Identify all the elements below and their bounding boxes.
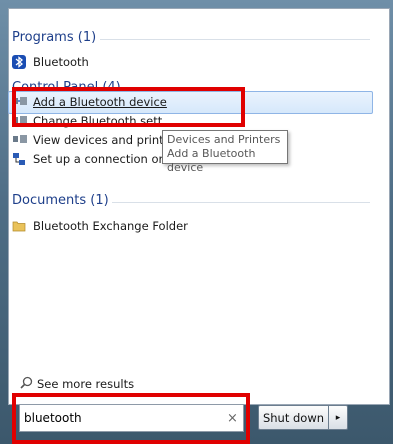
shut-down-label: Shut down — [262, 410, 325, 425]
folder-icon — [12, 219, 26, 233]
tooltip-line: Add a Bluetooth device — [167, 147, 256, 174]
tooltip: Devices and Printers Add a Bluetooth dev… — [162, 130, 288, 174]
programs-header: Programs (1) — [12, 30, 97, 45]
chevron-right-icon: ▸ — [335, 412, 341, 423]
search-icon — [20, 376, 33, 392]
highlight-box — [12, 87, 245, 127]
result-label: Bluetooth — [33, 55, 89, 69]
tooltip-line: Devices and Printers — [167, 133, 281, 146]
documents-header: Documents (1) — [12, 193, 109, 208]
divider — [112, 202, 370, 203]
shut-down-options-button[interactable]: ▸ — [329, 405, 348, 430]
result-bluetooth-program[interactable]: Bluetooth — [12, 53, 89, 71]
highlight-box — [12, 393, 250, 444]
start-menu: Programs (1) Bluetooth Control Panel (4)… — [0, 0, 393, 444]
bluetooth-device-icon — [12, 133, 27, 147]
result-label: View devices and print — [33, 133, 162, 147]
shut-down-button[interactable]: Shut down — [258, 405, 329, 430]
result-bluetooth-exchange-folder[interactable]: Bluetooth Exchange Folder — [12, 217, 188, 235]
divider — [100, 39, 370, 40]
see-more-results-link[interactable]: See more results — [20, 376, 134, 392]
result-label: Bluetooth Exchange Folder — [33, 219, 188, 233]
see-more-label: See more results — [37, 377, 135, 391]
result-view-devices-printers[interactable]: View devices and print — [12, 131, 162, 149]
bluetooth-icon — [12, 55, 26, 69]
network-icon — [12, 152, 26, 166]
